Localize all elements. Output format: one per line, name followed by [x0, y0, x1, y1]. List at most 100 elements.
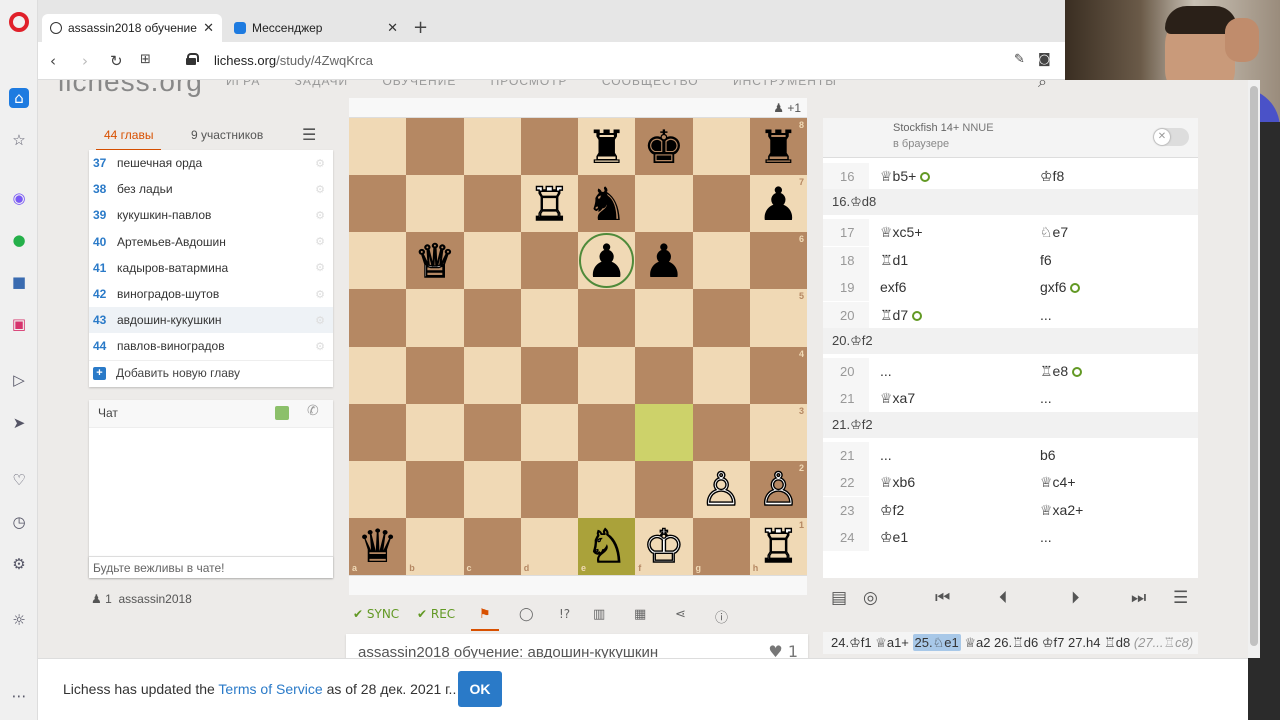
tab-members[interactable]: 9 участников	[191, 128, 263, 142]
tags-icon[interactable]: ⚑	[471, 607, 499, 631]
square-d5[interactable]	[520, 289, 578, 347]
square-b4[interactable]	[406, 346, 464, 404]
white-move[interactable]: ♔e1	[880, 529, 908, 546]
square-a3[interactable]	[349, 403, 407, 461]
site-nav[interactable]: ИГРА ЗАДАЧИ ОБУЧЕНИЕ ПРОСМОТР СООБЩЕСТВО…	[226, 80, 837, 88]
piece-f8[interactable]: ♚	[635, 118, 692, 175]
square-g7[interactable]	[692, 175, 750, 233]
player-icon[interactable]: ▷	[9, 370, 29, 390]
chat-input[interactable]: Будьте вежливы в чате!	[89, 556, 333, 578]
piece-h7[interactable]: ♟	[750, 175, 807, 232]
square-d8[interactable]	[520, 118, 578, 176]
close-tab-icon[interactable]: ✕	[387, 21, 398, 36]
piece-e6[interactable]: ♟	[578, 232, 635, 289]
chat-toggle-icon[interactable]	[275, 406, 289, 420]
square-c6[interactable]	[463, 232, 521, 290]
settings-icon[interactable]: ⚙	[9, 554, 29, 574]
ok-button[interactable]: OK	[458, 671, 502, 707]
square-a6[interactable]	[349, 232, 407, 290]
square-a2[interactable]	[349, 460, 407, 518]
square-d6[interactable]	[520, 232, 578, 290]
black-move[interactable]: ♘e7	[1040, 224, 1068, 241]
chapter-item[interactable]: 44 павлов-виноградов ⚙	[89, 333, 333, 359]
white-move[interactable]: ♕xb6	[880, 474, 915, 491]
piece-f1[interactable]: ♔	[635, 518, 692, 575]
gear-icon[interactable]: ⚙	[315, 340, 325, 353]
square-a8[interactable]	[349, 118, 407, 176]
piece-e8[interactable]: ♜	[578, 118, 635, 175]
square-d2[interactable]	[520, 460, 578, 518]
gear-icon[interactable]: ⚙	[315, 261, 325, 274]
current-move[interactable]: 25.♘e1	[912, 634, 961, 651]
new-tab-icon[interactable]: +	[413, 17, 428, 38]
black-move[interactable]: f6	[1040, 252, 1052, 268]
square-f3[interactable]	[635, 403, 693, 461]
share-icon[interactable]: ⋖	[675, 607, 686, 622]
send-icon[interactable]: ➤	[9, 413, 29, 433]
square-c3[interactable]	[463, 403, 521, 461]
square-d1[interactable]	[520, 517, 578, 575]
piece-g2[interactable]: ♙	[693, 461, 750, 518]
variation-line[interactable]: 21.♔f2	[823, 411, 1198, 438]
white-move[interactable]: ♕xc5+	[880, 224, 923, 241]
square-b2[interactable]	[406, 460, 464, 518]
piece-b6[interactable]: ♕	[406, 232, 463, 289]
sync-button[interactable]: ✔ SYNC	[353, 607, 399, 621]
square-c2[interactable]	[463, 460, 521, 518]
reload-icon[interactable]: ↻	[110, 52, 123, 70]
chess-board[interactable]: 8 7 6 5 4 3 2 a b c d e f g 1 h ♜ ♚ ♜ ♖ ♞ ♟ ♕ ♟ ♟ ♙ ♙ ♛ ♘ ♔ ♖	[349, 118, 807, 575]
square-e4[interactable]	[578, 346, 636, 404]
square-d3[interactable]	[520, 403, 578, 461]
square-d4[interactable]	[520, 346, 578, 404]
black-move[interactable]: ♕c4+	[1040, 474, 1076, 491]
white-move[interactable]: ♖d1	[880, 252, 908, 269]
tabs-grid-icon[interactable]: ⊞	[140, 52, 151, 67]
white-move[interactable]: ...	[880, 363, 892, 379]
gear-icon[interactable]: ⚙	[315, 157, 325, 170]
phone-icon[interactable]: ✆	[307, 403, 319, 419]
star-icon[interactable]: ☆	[9, 130, 29, 150]
square-c5[interactable]	[463, 289, 521, 347]
back-icon[interactable]: ‹	[50, 52, 56, 70]
square-g8[interactable]	[692, 118, 750, 176]
book-icon[interactable]: ▤	[831, 588, 847, 608]
chapter-item[interactable]: 41 кадыров-ватармина ⚙	[89, 255, 333, 281]
square-f4[interactable]	[635, 346, 693, 404]
square-f5[interactable]	[635, 289, 693, 347]
piece-e1[interactable]: ♘	[578, 518, 635, 575]
black-move[interactable]: b6	[1040, 447, 1056, 463]
white-move[interactable]: ♖d7	[880, 307, 923, 324]
chapter-item[interactable]: 40 Артемьев-Авдошин ⚙	[89, 229, 333, 255]
chart-icon[interactable]: ▥	[593, 607, 605, 622]
tab-chapters[interactable]: 44 главы	[95, 128, 163, 151]
menu-icon[interactable]: ☰	[1173, 588, 1188, 608]
opera-logo-icon[interactable]	[9, 12, 29, 32]
rec-button[interactable]: ✔ REC	[417, 607, 455, 621]
variation-line[interactable]: 16.♔d8	[823, 189, 1198, 216]
page-scrollbar[interactable]	[1248, 80, 1260, 658]
chapter-item[interactable]: 38 без ладьи ⚙	[89, 176, 333, 202]
white-move[interactable]: ♕xa7	[880, 390, 915, 407]
white-move[interactable]: ♔f2	[880, 502, 904, 519]
gear-icon[interactable]: ⚙	[315, 183, 325, 196]
chapter-item[interactable]: 39 кукушкин-павлов ⚙	[89, 202, 333, 228]
hamburger-menu-icon[interactable]: ☰	[302, 125, 316, 144]
square-c8[interactable]	[463, 118, 521, 176]
lightbulb-icon[interactable]: ☼	[9, 610, 29, 630]
close-tab-icon[interactable]: ✕	[203, 21, 214, 36]
forward-icon[interactable]: ›	[82, 52, 88, 70]
info-icon[interactable]: ⓘ	[715, 607, 728, 626]
mainline-moves[interactable]: 24.♔f1 ♕a1+ 25.♘e1 ♕a2 26.♖d6 ♔f7 27.h4 …	[823, 632, 1198, 654]
black-move[interactable]: ...	[1040, 307, 1052, 323]
history-icon[interactable]: ◷	[9, 512, 29, 532]
first-move-icon[interactable]: ⏮	[935, 588, 950, 608]
chapter-item[interactable]: 37 пешечная орда ⚙	[89, 150, 333, 176]
target-icon[interactable]: ◎	[863, 588, 878, 608]
square-g3[interactable]	[692, 403, 750, 461]
black-move[interactable]: ...	[1040, 529, 1052, 545]
black-move[interactable]: ♕xa2+	[1040, 502, 1083, 519]
member-name[interactable]: assassin2018	[118, 592, 191, 606]
black-move[interactable]: ...	[1040, 390, 1052, 406]
chapter-item[interactable]: 42 виноградов-шутов ⚙	[89, 281, 333, 307]
square-a5[interactable]	[349, 289, 407, 347]
